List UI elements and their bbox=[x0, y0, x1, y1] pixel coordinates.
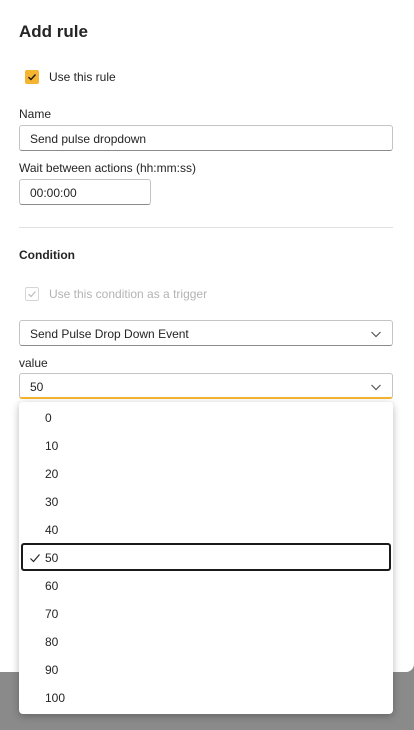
value-label: value bbox=[19, 356, 48, 370]
option-item[interactable]: 100 bbox=[21, 683, 391, 711]
value-select[interactable]: 50 bbox=[19, 373, 393, 399]
chevron-down-icon bbox=[371, 331, 381, 338]
option-item[interactable]: 60 bbox=[21, 571, 391, 599]
option-item[interactable]: 20 bbox=[21, 459, 391, 487]
divider bbox=[19, 227, 393, 228]
option-label: 0 bbox=[45, 411, 52, 425]
wait-label: Wait between actions (hh:mm:ss) bbox=[19, 161, 196, 175]
value-options-listbox: 0 10 20 30 40 50 60 70 80 90 100 bbox=[19, 402, 393, 714]
option-label: 90 bbox=[45, 663, 59, 677]
option-label: 20 bbox=[45, 467, 59, 481]
option-label: 60 bbox=[45, 579, 59, 593]
option-item[interactable]: 90 bbox=[21, 655, 391, 683]
option-item-selected[interactable]: 50 bbox=[21, 543, 391, 571]
option-item[interactable]: 0 bbox=[21, 403, 391, 431]
use-rule-checkbox[interactable] bbox=[25, 70, 39, 84]
checkmark-icon bbox=[28, 291, 36, 298]
option-item[interactable]: 70 bbox=[21, 599, 391, 627]
checkmark-icon bbox=[28, 74, 37, 81]
option-label: 100 bbox=[45, 691, 66, 705]
condition-heading: Condition bbox=[19, 248, 75, 262]
option-label: 10 bbox=[45, 439, 59, 453]
option-label: 70 bbox=[45, 607, 59, 621]
option-label: 30 bbox=[45, 495, 59, 509]
wait-input[interactable]: 00:00:00 bbox=[19, 179, 151, 205]
trigger-label: Use this condition as a trigger bbox=[49, 287, 208, 301]
chevron-down-icon bbox=[371, 384, 381, 391]
name-input[interactable]: Send pulse dropdown bbox=[19, 125, 393, 151]
checkmark-icon bbox=[30, 554, 40, 563]
option-label: 50 bbox=[45, 551, 59, 565]
dialog-title: Add rule bbox=[19, 22, 88, 41]
option-label: 80 bbox=[45, 635, 59, 649]
value-select-value: 50 bbox=[30, 380, 44, 394]
trigger-checkbox[interactable] bbox=[25, 287, 39, 301]
option-label: 40 bbox=[45, 523, 59, 537]
event-select[interactable]: Send Pulse Drop Down Event bbox=[19, 320, 393, 346]
option-item[interactable]: 80 bbox=[21, 627, 391, 655]
event-select-value: Send Pulse Drop Down Event bbox=[30, 327, 189, 341]
option-item[interactable]: 40 bbox=[21, 515, 391, 543]
use-rule-label: Use this rule bbox=[49, 70, 116, 84]
option-item[interactable]: 30 bbox=[21, 487, 391, 515]
option-item[interactable]: 10 bbox=[21, 431, 391, 459]
name-label: Name bbox=[19, 107, 52, 121]
